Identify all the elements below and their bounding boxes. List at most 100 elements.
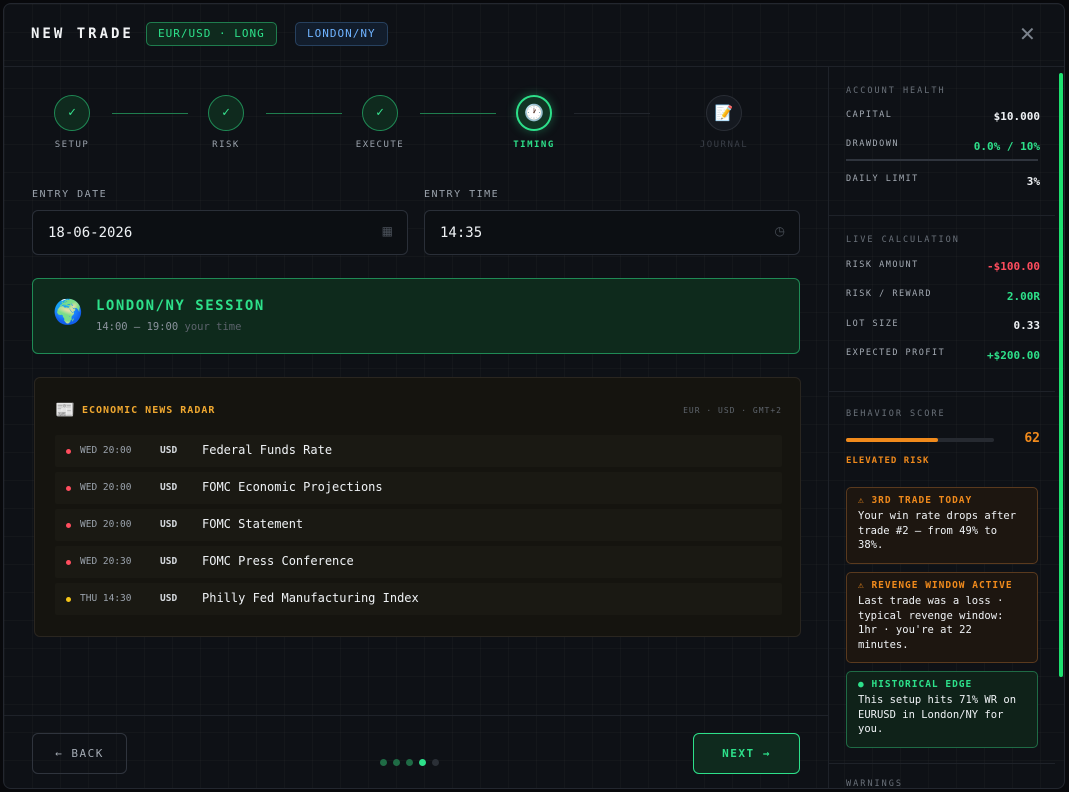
expected-profit-label: EXPECTED PROFIT <box>846 348 946 358</box>
drawdown-bar <box>846 159 1038 161</box>
high-impact-dot-icon <box>66 486 71 491</box>
event-name: FOMC Statement <box>202 517 304 531</box>
live-calculation-title: LIVE CALCULATION <box>846 235 960 245</box>
step-setup[interactable]: ✓ SETUP <box>32 95 112 150</box>
sidebar-scrollbar[interactable] <box>1059 73 1063 677</box>
check-icon: ✓ <box>208 95 244 131</box>
session-hours: 14:00 – 19:00 your time <box>96 321 241 333</box>
daily-limit-value: 3% <box>1026 175 1040 188</box>
entry-date-label: ENTRY DATE <box>32 189 108 200</box>
news-event-row[interactable]: WED 20:00 USD FOMC Economic Projections <box>55 472 782 504</box>
event-time: THU 14:30 <box>80 593 132 604</box>
event-time: WED 20:30 <box>80 556 132 567</box>
close-icon[interactable]: ✕ <box>1019 22 1036 46</box>
capital-label: CAPITAL <box>846 110 893 120</box>
back-button[interactable]: ← BACK <box>32 733 127 774</box>
entry-time-value: 14:35 <box>440 225 483 241</box>
warning-card: ⚠ 3RD TRADE TODAY Your win rate drops af… <box>846 487 1038 564</box>
event-time: WED 20:00 <box>80 482 132 493</box>
news-event-row[interactable]: THU 14:30 USD Philly Fed Manufacturing I… <box>55 583 782 615</box>
warning-card: ⚠ REVENGE WINDOW ACTIVE Last trade was a… <box>846 572 1038 663</box>
section-divider <box>829 763 1055 764</box>
session-badge: LONDON/NY <box>295 22 388 46</box>
step-connector <box>266 113 342 114</box>
session-hours-suffix: your time <box>184 321 242 333</box>
pair-direction-badge: EUR/USD · LONG <box>146 22 277 46</box>
high-impact-dot-icon <box>66 449 71 454</box>
warning-card-body: Your win rate drops after trade #2 — fro… <box>858 510 1017 551</box>
warning-card-title: ⚠ 3RD TRADE TODAY <box>858 495 973 506</box>
step-execute[interactable]: ✓ EXECUTE <box>340 95 420 150</box>
step-dot <box>393 759 400 766</box>
step-risk[interactable]: ✓ RISK <box>186 95 266 150</box>
clock-icon[interactable]: ◷ <box>775 224 785 238</box>
event-currency: USD <box>160 482 178 493</box>
behavior-score-bar <box>846 438 994 442</box>
check-icon: ✓ <box>54 95 90 131</box>
step-label: EXECUTE <box>355 140 405 150</box>
lot-size-value: 0.33 <box>1013 319 1041 332</box>
step-connector <box>574 113 650 114</box>
risk-reward-value: 2.00R <box>1006 290 1040 303</box>
warnings-title: WARNINGS <box>846 779 903 789</box>
modal-header: NEW TRADE EUR/USD · LONG LONDON/NY ✕ <box>4 4 1064 67</box>
event-currency: USD <box>160 445 178 456</box>
event-name: Philly Fed Manufacturing Index <box>202 591 419 605</box>
event-currency: USD <box>160 556 178 567</box>
calendar-icon[interactable]: ▦ <box>382 224 393 238</box>
check-icon: ✓ <box>362 95 398 131</box>
drawdown-label: DRAWDOWN <box>846 139 899 149</box>
capital-value: $10.000 <box>993 110 1040 123</box>
main-panel: ✓ SETUP ✓ RISK ✓ EXECUTE 🕐 TIMING 📝 JOUR… <box>4 67 828 788</box>
step-label: JOURNAL <box>699 140 749 150</box>
entry-time-input[interactable]: 14:35 ◷ <box>424 210 800 255</box>
clock-icon: 🕐 <box>516 95 552 131</box>
high-impact-dot-icon <box>66 523 71 528</box>
section-divider <box>829 391 1055 392</box>
step-dot <box>432 759 439 766</box>
news-radar-panel: 📰 ECONOMIC NEWS RADAR EUR · USD · GMT+2 … <box>34 377 801 637</box>
event-time: WED 20:00 <box>80 519 132 530</box>
session-title: LONDON/NY SESSION <box>96 298 265 314</box>
entry-date-value: 18-06-2026 <box>48 225 133 241</box>
edge-card: ● HISTORICAL EDGE This setup hits 71% WR… <box>846 671 1038 748</box>
risk-amount-value: -$100.00 <box>987 260 1040 273</box>
medium-impact-dot-icon <box>66 597 71 602</box>
entry-time-label: ENTRY TIME <box>424 189 500 200</box>
edge-card-title: ● HISTORICAL EDGE <box>858 679 973 690</box>
step-journal: 📝 JOURNAL <box>684 95 764 150</box>
step-label: SETUP <box>54 140 90 150</box>
high-impact-dot-icon <box>66 560 71 565</box>
edge-card-body: This setup hits 71% WR on EURUSD in Lond… <box>858 694 1017 735</box>
news-radar-title: ECONOMIC NEWS RADAR <box>82 405 216 416</box>
step-dot <box>406 759 413 766</box>
event-time: WED 20:00 <box>80 445 132 456</box>
session-banner: 🌍 LONDON/NY SESSION 14:00 – 19:00 your t… <box>32 278 800 354</box>
step-label: RISK <box>212 140 240 150</box>
step-dot <box>380 759 387 766</box>
modal-title: NEW TRADE <box>31 26 134 42</box>
session-hours-range: 14:00 – 19:00 <box>96 321 179 333</box>
news-radar-meta: EUR · USD · GMT+2 <box>683 406 782 415</box>
event-name: FOMC Economic Projections <box>202 480 383 494</box>
step-timing[interactable]: 🕐 TIMING <box>494 95 574 150</box>
next-button[interactable]: NEXT → <box>693 733 800 774</box>
risk-amount-label: RISK AMOUNT <box>846 260 919 270</box>
globe-icon: 🌍 <box>53 298 83 326</box>
entry-date-input[interactable]: 18-06-2026 ▦ <box>32 210 408 255</box>
drawdown-value: 0.0% / 10% <box>973 140 1040 153</box>
step-dots <box>380 751 445 770</box>
event-currency: USD <box>160 593 178 604</box>
news-event-row[interactable]: WED 20:00 USD Federal Funds Rate <box>55 435 782 467</box>
modal-footer: ← BACK NEXT → <box>4 715 828 788</box>
event-currency: USD <box>160 519 178 530</box>
newspaper-icon: 📰 <box>55 400 75 419</box>
news-event-row[interactable]: WED 20:30 USD FOMC Press Conference <box>55 546 782 578</box>
lot-size-label: LOT SIZE <box>846 319 899 329</box>
expected-profit-value: +$200.00 <box>987 349 1040 362</box>
behavior-status: ELEVATED RISK <box>846 456 930 466</box>
account-health-title: ACCOUNT HEALTH <box>846 86 946 96</box>
warning-card-body: Last trade was a loss · typical revenge … <box>858 595 1004 651</box>
step-connector <box>420 113 496 114</box>
news-event-row[interactable]: WED 20:00 USD FOMC Statement <box>55 509 782 541</box>
